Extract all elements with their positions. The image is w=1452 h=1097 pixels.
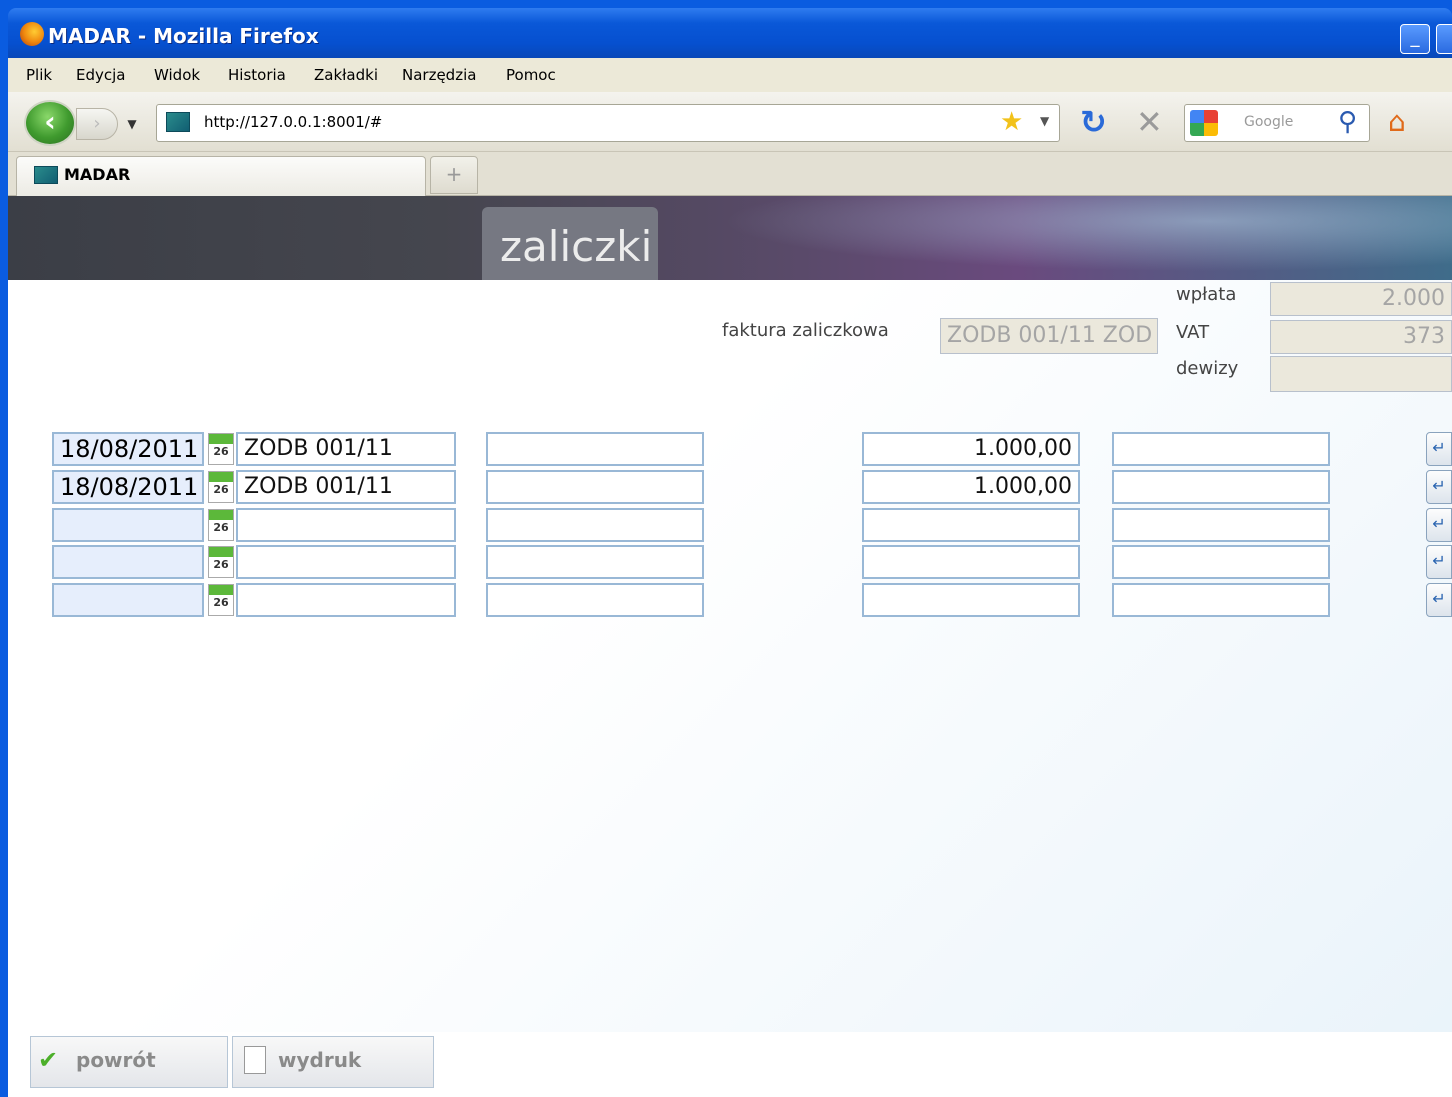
url-dropdown-icon[interactable]: ▼ (1040, 114, 1049, 128)
row-amount-input[interactable]: 1.000,00 (862, 432, 1080, 466)
reload-icon[interactable]: ↻ (1080, 104, 1107, 140)
row-date-input[interactable] (52, 508, 204, 542)
forward-arrow-icon[interactable]: › (76, 108, 118, 140)
google-logo-icon[interactable] (1190, 110, 1218, 136)
row-extra-input[interactable] (1112, 545, 1330, 579)
row-action-enter-icon[interactable]: ↵ (1426, 508, 1452, 542)
menu-narzedzia[interactable]: Narzędzia (402, 66, 476, 84)
row-action-enter-icon[interactable]: ↵ (1426, 432, 1452, 466)
calendar-day: 26 (213, 558, 229, 571)
row-description-input[interactable] (486, 583, 704, 617)
row-extra-input[interactable] (1112, 508, 1330, 542)
summary-label-vat: VAT (1176, 322, 1210, 343)
row-date-input[interactable]: 18/08/2011 (52, 470, 204, 504)
row-date-input[interactable]: 18/08/2011 (52, 432, 204, 466)
row-date-input[interactable] (52, 583, 204, 617)
invoice-field[interactable]: ZODB 001/11 ZOD (940, 318, 1158, 354)
summary-field-vat[interactable]: 373 (1270, 320, 1452, 354)
minimize-button[interactable]: _ (1400, 24, 1430, 54)
menu-plik[interactable]: Plik (26, 66, 52, 84)
home-icon[interactable]: ⌂ (1388, 106, 1406, 138)
row-description-input[interactable] (486, 470, 704, 504)
tab-label: MADAR (64, 165, 131, 184)
calendar-header (209, 585, 233, 595)
firefox-logo-icon (20, 22, 44, 46)
row-extra-input[interactable] (1112, 432, 1330, 466)
row-description-input[interactable] (486, 545, 704, 579)
row-action-enter-icon[interactable]: ↵ (1426, 545, 1452, 579)
print-button-label: wydruk (278, 1048, 362, 1072)
tab-favicon-icon (34, 166, 58, 184)
calendar-icon[interactable]: 26 (208, 509, 234, 541)
menu-bar: Plik Edycja Widok Historia Zakładki Narz… (8, 58, 1452, 92)
history-dropdown-icon[interactable]: ▼ (122, 112, 142, 136)
banner-decoration (640, 196, 1452, 280)
search-icon[interactable]: ⚲ (1338, 106, 1357, 138)
summary-label-dewizy: dewizy (1176, 358, 1239, 379)
bookmark-star-icon[interactable]: ★ (1000, 108, 1023, 136)
summary-field-dewizy[interactable] (1270, 356, 1452, 392)
row-action-enter-icon[interactable]: ↵ (1426, 583, 1452, 617)
calendar-day: 26 (213, 596, 229, 609)
calendar-icon[interactable]: 26 (208, 471, 234, 503)
back-arrow-icon[interactable]: ‹ (24, 100, 76, 146)
summary-label-wplata: wpłata (1176, 284, 1237, 305)
row-date-input[interactable] (52, 545, 204, 579)
row-document-input[interactable]: ZODB 001/11 (236, 432, 456, 466)
page-title: zaliczki (500, 222, 653, 271)
row-document-input[interactable] (236, 545, 456, 579)
summary-field-wplata[interactable]: 2.000 (1270, 282, 1452, 316)
row-amount-input[interactable] (862, 545, 1080, 579)
row-amount-input[interactable] (862, 508, 1080, 542)
calendar-header (209, 510, 233, 520)
row-extra-input[interactable] (1112, 583, 1330, 617)
window-title: MADAR - Mozilla Firefox (48, 24, 319, 48)
maximize-button[interactable] (1436, 24, 1452, 54)
row-amount-input[interactable]: 1.000,00 (862, 470, 1080, 504)
calendar-header (209, 472, 233, 482)
menu-pomoc[interactable]: Pomoc (506, 66, 556, 84)
menu-historia[interactable]: Historia (228, 66, 286, 84)
row-document-input[interactable]: ZODB 001/11 (236, 470, 456, 504)
url-text[interactable]: http://127.0.0.1:8001/# (204, 113, 382, 131)
calendar-day: 26 (213, 521, 229, 534)
row-document-input[interactable] (236, 583, 456, 617)
calendar-day: 26 (213, 445, 229, 458)
row-description-input[interactable] (486, 508, 704, 542)
menu-zakladki[interactable]: Zakładki (314, 66, 378, 84)
stop-icon[interactable]: ✕ (1136, 104, 1163, 140)
invoice-label: faktura zaliczkowa (722, 320, 889, 341)
document-icon (244, 1046, 266, 1074)
calendar-icon[interactable]: 26 (208, 433, 234, 465)
row-action-enter-icon[interactable]: ↵ (1426, 470, 1452, 504)
row-amount-input[interactable] (862, 583, 1080, 617)
back-button-label: powrót (76, 1048, 156, 1072)
calendar-header (209, 547, 233, 557)
calendar-day: 26 (213, 483, 229, 496)
row-extra-input[interactable] (1112, 470, 1330, 504)
calendar-icon[interactable]: 26 (208, 584, 234, 616)
new-tab-button[interactable]: + (430, 156, 478, 194)
search-input[interactable]: Google (1244, 114, 1293, 130)
row-description-input[interactable] (486, 432, 704, 466)
calendar-header (209, 434, 233, 444)
checkmark-icon: ✔ (38, 1046, 59, 1074)
calendar-icon[interactable]: 26 (208, 546, 234, 578)
site-favicon-icon (166, 112, 190, 132)
menu-edycja[interactable]: Edycja (76, 66, 125, 84)
row-document-input[interactable] (236, 508, 456, 542)
menu-widok[interactable]: Widok (154, 66, 200, 84)
